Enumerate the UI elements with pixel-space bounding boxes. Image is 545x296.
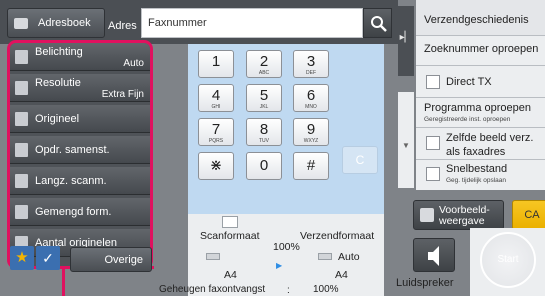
search-icon bbox=[371, 16, 387, 32]
start-label: Start bbox=[497, 254, 519, 265]
original-label: Origineel bbox=[35, 113, 80, 125]
quick-file-checkbox[interactable]: Snelbestand Geg. tijdelijk opslaan bbox=[416, 160, 545, 190]
exposure-button[interactable]: Belichting Auto bbox=[10, 43, 150, 71]
key-3[interactable]: 3 DEF bbox=[293, 50, 329, 78]
key-4[interactable]: 4 GHI bbox=[198, 84, 234, 112]
search-number-label: Zoeknummer oproepen bbox=[424, 43, 539, 55]
job-build-button[interactable]: Opdr. samenst. bbox=[10, 136, 150, 164]
clear-label: C bbox=[355, 153, 365, 167]
slow-scan-button[interactable]: Langz. scanm. bbox=[10, 167, 150, 195]
resolution-label: Resolutie bbox=[35, 77, 81, 89]
mixed-size-icon bbox=[15, 205, 28, 219]
program-call-sublabel: Geregistreerde inst. oproepen bbox=[424, 116, 511, 123]
memory-colon: : bbox=[287, 285, 290, 296]
favorites-button[interactable]: ★ bbox=[10, 246, 34, 270]
scroll-down-button[interactable]: ▼ bbox=[398, 92, 414, 188]
send-history-label: Verzendgeschiedenis bbox=[424, 14, 529, 26]
original-paper-icon bbox=[206, 253, 220, 260]
original-icon bbox=[15, 112, 28, 126]
original-button[interactable]: Origineel bbox=[10, 105, 150, 133]
key-8[interactable]: 8 TUV bbox=[246, 118, 282, 146]
same-image-checkbox[interactable]: Zelfde beeld verz. als faxadres bbox=[416, 128, 545, 160]
key-1[interactable]: 1 bbox=[198, 50, 234, 78]
right-action-list: Verzendgeschiedenis Zoeknummer oproepen … bbox=[416, 0, 545, 190]
memory-label: Geheugen faxontvangst bbox=[159, 284, 266, 295]
send-history-button[interactable]: Verzendgeschiedenis bbox=[416, 0, 545, 36]
speaker-icon bbox=[428, 246, 439, 266]
exposure-value: Auto bbox=[123, 58, 144, 69]
address-book-label: Adresboek bbox=[38, 17, 91, 29]
slow-scan-icon bbox=[15, 174, 28, 188]
program-call-button[interactable]: Programma oproepen Geregistreerde inst. … bbox=[416, 98, 545, 128]
scanner-icon bbox=[222, 216, 238, 228]
check-button[interactable]: ✓ bbox=[36, 246, 60, 270]
resolution-value: Extra Fijn bbox=[101, 89, 144, 100]
key-7[interactable]: 7 PQRS bbox=[198, 118, 234, 146]
same-image-label-2: als faxadres bbox=[446, 146, 506, 158]
key-pause[interactable]: ⋇ bbox=[198, 152, 234, 180]
search-button[interactable] bbox=[363, 8, 392, 38]
same-image-label-1: Zelfde beeld verz. bbox=[446, 132, 534, 144]
search-number-button[interactable]: Zoeknummer oproepen bbox=[416, 36, 545, 66]
other-button[interactable]: Overige bbox=[70, 247, 152, 272]
clear-key[interactable]: C bbox=[342, 146, 378, 174]
fax-number-input[interactable]: Faxnummer bbox=[141, 8, 363, 38]
checkmark-icon: ✓ bbox=[42, 250, 54, 266]
job-build-label: Opdr. samenst. bbox=[35, 144, 110, 156]
fax-number-placeholder: Faxnummer bbox=[148, 17, 207, 29]
quick-file-label: Snelbestand bbox=[446, 163, 508, 175]
ratio-value: 100% bbox=[273, 241, 300, 253]
star-icon: ★ bbox=[15, 249, 29, 266]
chevron-down-icon: ▼ bbox=[402, 141, 410, 150]
preview-icon bbox=[420, 208, 434, 222]
direct-tx-checkbox[interactable]: Direct TX bbox=[416, 66, 545, 98]
send-format-label: Verzendformaat bbox=[300, 230, 375, 242]
direct-tx-label: Direct TX bbox=[446, 76, 492, 88]
start-button[interactable]: Start bbox=[480, 232, 536, 288]
direct-tx-box[interactable] bbox=[426, 75, 440, 89]
paper-left-value: A4 bbox=[224, 269, 237, 281]
address-label: Adres bbox=[108, 20, 137, 32]
key-5[interactable]: 5 JKL bbox=[246, 84, 282, 112]
speaker-button[interactable] bbox=[413, 238, 455, 272]
same-image-box[interactable] bbox=[426, 136, 440, 150]
scan-format-label: Scanformaat bbox=[200, 230, 260, 242]
function-menu: Belichting Auto Resolutie Extra Fijn Ori… bbox=[7, 40, 153, 269]
program-call-label: Programma oproepen bbox=[424, 102, 532, 114]
expand-panel-button[interactable]: ▸▏ bbox=[398, 6, 414, 76]
key-6[interactable]: 6 MNO bbox=[293, 84, 329, 112]
preview-button[interactable]: Voorbeeld- weergave bbox=[413, 200, 504, 230]
quick-file-sublabel: Geg. tijdelijk opslaan bbox=[446, 177, 506, 184]
memory-value: 100% bbox=[313, 284, 339, 295]
exposure-icon bbox=[15, 50, 28, 64]
key-9[interactable]: 9 WXYZ bbox=[293, 118, 329, 146]
resolution-icon bbox=[15, 81, 28, 95]
address-book-icon bbox=[14, 18, 28, 29]
chevron-right-icon: ▸▏ bbox=[399, 32, 413, 43]
key-hash[interactable]: # bbox=[293, 152, 329, 180]
address-book-button[interactable]: Adresboek bbox=[7, 8, 105, 38]
paper-right-value: A4 bbox=[335, 269, 348, 281]
speaker-label: Luidspreker bbox=[396, 277, 454, 289]
exposure-label: Belichting bbox=[35, 46, 83, 58]
send-paper-icon bbox=[318, 253, 332, 260]
arrow-right-icon: ▶ bbox=[276, 261, 283, 270]
clear-all-label: CA bbox=[524, 209, 540, 221]
key-2[interactable]: 2 ABC bbox=[246, 50, 282, 78]
auto-value: Auto bbox=[338, 251, 360, 263]
preview-label: Voorbeeld- weergave bbox=[439, 204, 490, 227]
slow-scan-label: Langz. scanm. bbox=[35, 175, 107, 187]
mixed-size-label: Gemengd form. bbox=[35, 206, 112, 218]
keypad: 1 2 ABC 3 DEF 4 GHI 5 JKL 6 MNO 7 PQRS 8 TUV 9W… bbox=[188, 44, 384, 214]
quick-file-box[interactable] bbox=[426, 167, 440, 181]
mixed-size-button[interactable]: Gemengd form. bbox=[10, 198, 150, 226]
key-0[interactable]: 0 bbox=[246, 152, 282, 180]
resolution-button[interactable]: Resolutie Extra Fijn bbox=[10, 74, 150, 102]
other-label: Overige bbox=[104, 254, 143, 266]
job-build-icon bbox=[15, 143, 28, 157]
clear-all-button[interactable]: CA bbox=[512, 200, 545, 230]
